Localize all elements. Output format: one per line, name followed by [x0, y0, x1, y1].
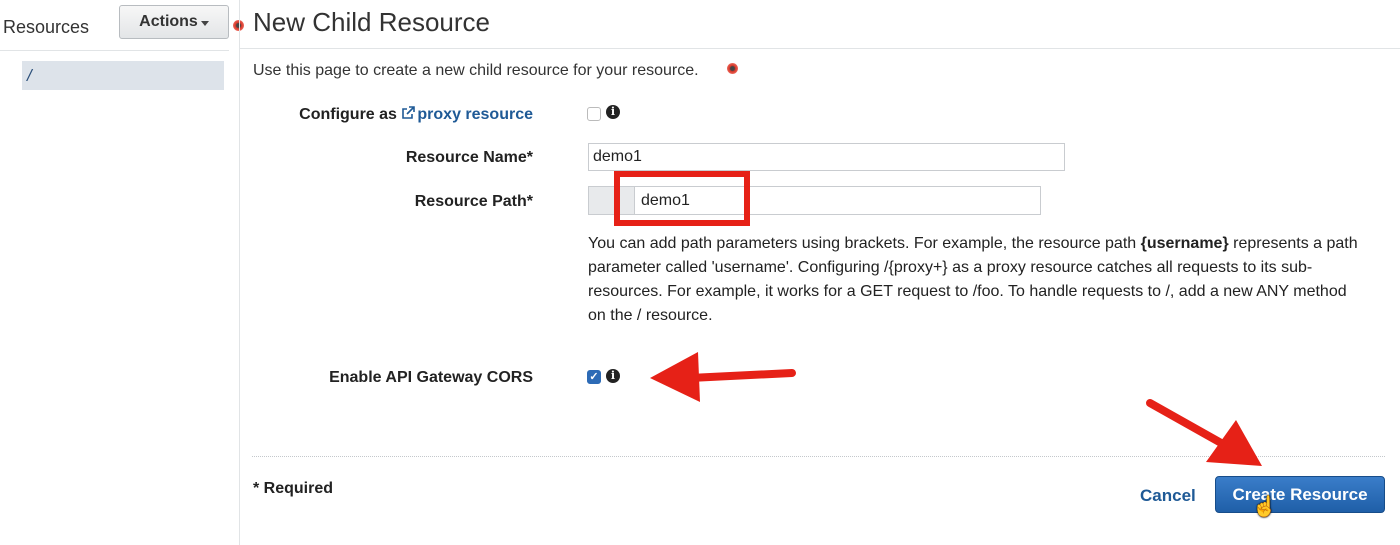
arrow-to-create-button: [1146, 399, 1262, 466]
arrow-to-cors-checkbox: [650, 352, 796, 402]
annotation-arrows: [650, 352, 1262, 466]
